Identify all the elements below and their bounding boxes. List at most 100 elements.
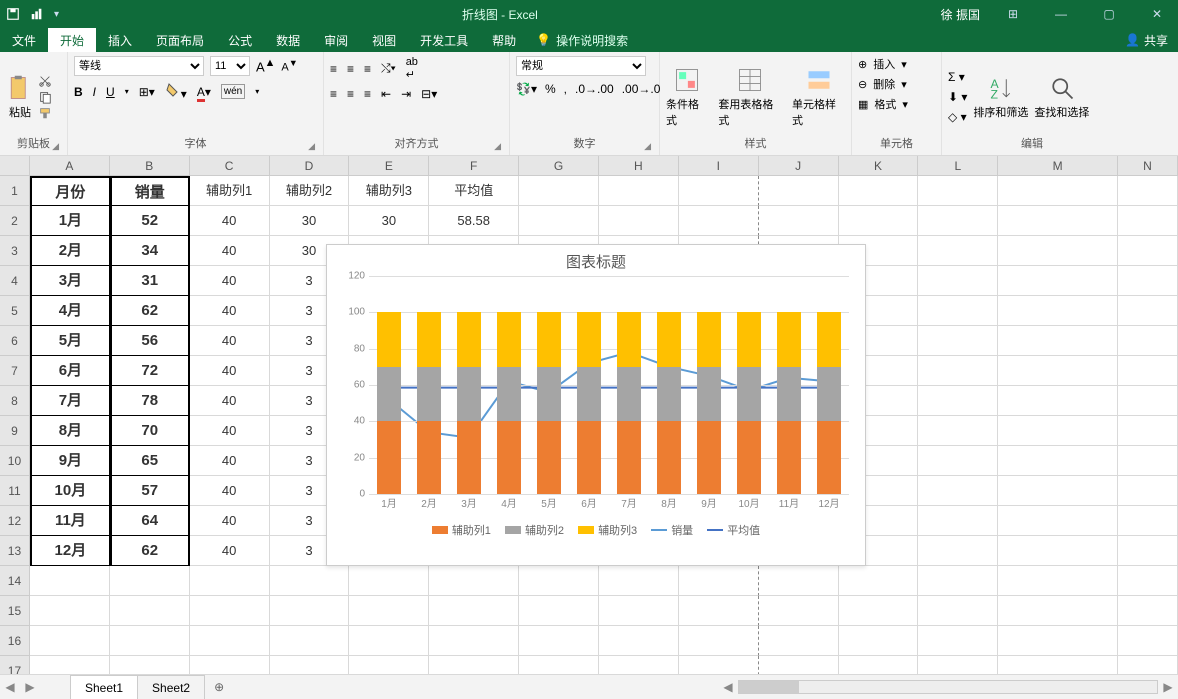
bar-segment[interactable] xyxy=(657,421,681,494)
align-bottom-icon[interactable]: ≡ xyxy=(364,62,371,76)
legend-item[interactable]: 销量 xyxy=(651,522,693,538)
cell[interactable]: 40 xyxy=(190,506,270,536)
cell[interactable]: 34 xyxy=(110,236,190,266)
legend-item[interactable]: 辅助列1 xyxy=(432,522,491,538)
row-header[interactable]: 6 xyxy=(0,326,30,356)
chart-title[interactable]: 图表标题 xyxy=(327,245,865,276)
wrap-text-button[interactable]: ab↵ xyxy=(406,56,418,81)
cell[interactable]: 9月 xyxy=(30,446,110,476)
row-header[interactable]: 2 xyxy=(0,206,30,236)
bar-segment[interactable] xyxy=(577,421,601,494)
cell[interactable] xyxy=(998,536,1118,566)
tab-home[interactable]: 开始 xyxy=(48,28,96,52)
tab-review[interactable]: 审阅 xyxy=(312,28,360,52)
window-options-icon[interactable]: ⊞ xyxy=(998,7,1028,21)
cell[interactable] xyxy=(349,566,429,596)
cell[interactable]: 72 xyxy=(110,356,190,386)
bar-segment[interactable] xyxy=(817,312,841,367)
bar-segment[interactable] xyxy=(657,312,681,367)
cell[interactable]: 10月 xyxy=(30,476,110,506)
cell[interactable] xyxy=(679,206,759,236)
bar-segment[interactable] xyxy=(617,421,641,494)
bar-segment[interactable] xyxy=(497,312,521,367)
bar-segment[interactable] xyxy=(497,421,521,494)
row-header[interactable]: 11 xyxy=(0,476,30,506)
bar-segment[interactable] xyxy=(457,312,481,367)
cell[interactable]: 40 xyxy=(190,356,270,386)
sheet-tab-2[interactable]: Sheet2 xyxy=(137,675,205,699)
col-header-N[interactable]: N xyxy=(1118,156,1178,175)
row-header[interactable]: 5 xyxy=(0,296,30,326)
cell[interactable] xyxy=(190,626,270,656)
cell[interactable]: 40 xyxy=(190,446,270,476)
cell[interactable] xyxy=(599,656,679,674)
bar-segment[interactable] xyxy=(417,367,441,422)
number-launcher-icon[interactable]: ◢ xyxy=(644,139,651,153)
cell[interactable] xyxy=(190,656,270,674)
cell[interactable] xyxy=(839,626,919,656)
cell[interactable] xyxy=(270,656,350,674)
tab-formulas[interactable]: 公式 xyxy=(216,28,264,52)
cell[interactable]: 2月 xyxy=(30,236,110,266)
col-header-K[interactable]: K xyxy=(839,156,919,175)
cell[interactable] xyxy=(429,656,519,674)
tab-file[interactable]: 文件 xyxy=(0,28,48,52)
cell[interactable] xyxy=(998,356,1118,386)
cell[interactable] xyxy=(110,656,190,674)
font-launcher-icon[interactable]: ◢ xyxy=(308,139,315,153)
col-header-G[interactable]: G xyxy=(519,156,599,175)
sort-filter-button[interactable]: AZ排序和筛选 xyxy=(973,74,1028,120)
number-format-select[interactable]: 常规 xyxy=(516,56,646,76)
cell[interactable]: 1月 xyxy=(30,206,110,236)
tab-layout[interactable]: 页面布局 xyxy=(144,28,216,52)
bar-segment[interactable] xyxy=(777,312,801,367)
cell[interactable]: 辅助列2 xyxy=(270,176,350,206)
row-header[interactable]: 12 xyxy=(0,506,30,536)
cell[interactable] xyxy=(599,566,679,596)
cell[interactable] xyxy=(349,596,429,626)
cell[interactable]: 11月 xyxy=(30,506,110,536)
cell[interactable] xyxy=(759,206,839,236)
bar-segment[interactable] xyxy=(617,312,641,367)
format-as-table-button[interactable]: 套用表格格式 xyxy=(718,66,782,128)
autosum-icon[interactable]: Σ ▾ xyxy=(948,70,965,84)
row-header[interactable]: 14 xyxy=(0,566,30,596)
cell[interactable]: 56 xyxy=(110,326,190,356)
align-top-icon[interactable]: ≡ xyxy=(330,62,337,76)
cell[interactable] xyxy=(918,446,998,476)
align-middle-icon[interactable]: ≡ xyxy=(347,62,354,76)
cell[interactable]: 40 xyxy=(190,236,270,266)
font-family-select[interactable]: 等线 xyxy=(74,56,204,76)
cell[interactable]: 31 xyxy=(110,266,190,296)
cell[interactable]: 62 xyxy=(110,296,190,326)
bar-segment[interactable] xyxy=(737,312,761,367)
bar-segment[interactable] xyxy=(537,367,561,422)
col-header-I[interactable]: I xyxy=(679,156,759,175)
embedded-chart[interactable]: 图表标题 0204060801001201月2月3月4月5月6月7月8月9月10… xyxy=(326,244,866,566)
scroll-left-icon[interactable]: ◀ xyxy=(718,680,738,694)
bar-segment[interactable] xyxy=(537,421,561,494)
cell[interactable] xyxy=(1118,416,1178,446)
cell[interactable]: 月份 xyxy=(30,176,110,206)
legend-item[interactable]: 辅助列3 xyxy=(578,522,637,538)
cell[interactable] xyxy=(599,206,679,236)
bar-segment[interactable] xyxy=(497,367,521,422)
bar-segment[interactable] xyxy=(657,367,681,422)
conditional-formatting-button[interactable]: 条件格式 xyxy=(666,66,708,128)
row-header[interactable]: 10 xyxy=(0,446,30,476)
cell[interactable] xyxy=(759,596,839,626)
bar-segment[interactable] xyxy=(417,312,441,367)
row-header[interactable]: 4 xyxy=(0,266,30,296)
cell[interactable] xyxy=(110,596,190,626)
cell[interactable]: 65 xyxy=(110,446,190,476)
cell[interactable] xyxy=(998,326,1118,356)
cell[interactable]: 8月 xyxy=(30,416,110,446)
cell[interactable] xyxy=(679,626,759,656)
cell[interactable]: 78 xyxy=(110,386,190,416)
cell[interactable] xyxy=(998,266,1118,296)
delete-cells-button[interactable]: ⊖删除 ▾ xyxy=(858,76,935,92)
bar-segment[interactable] xyxy=(457,421,481,494)
col-header-B[interactable]: B xyxy=(110,156,190,175)
col-header-E[interactable]: E xyxy=(349,156,429,175)
insert-cells-button[interactable]: ⊕插入 ▾ xyxy=(858,56,935,72)
